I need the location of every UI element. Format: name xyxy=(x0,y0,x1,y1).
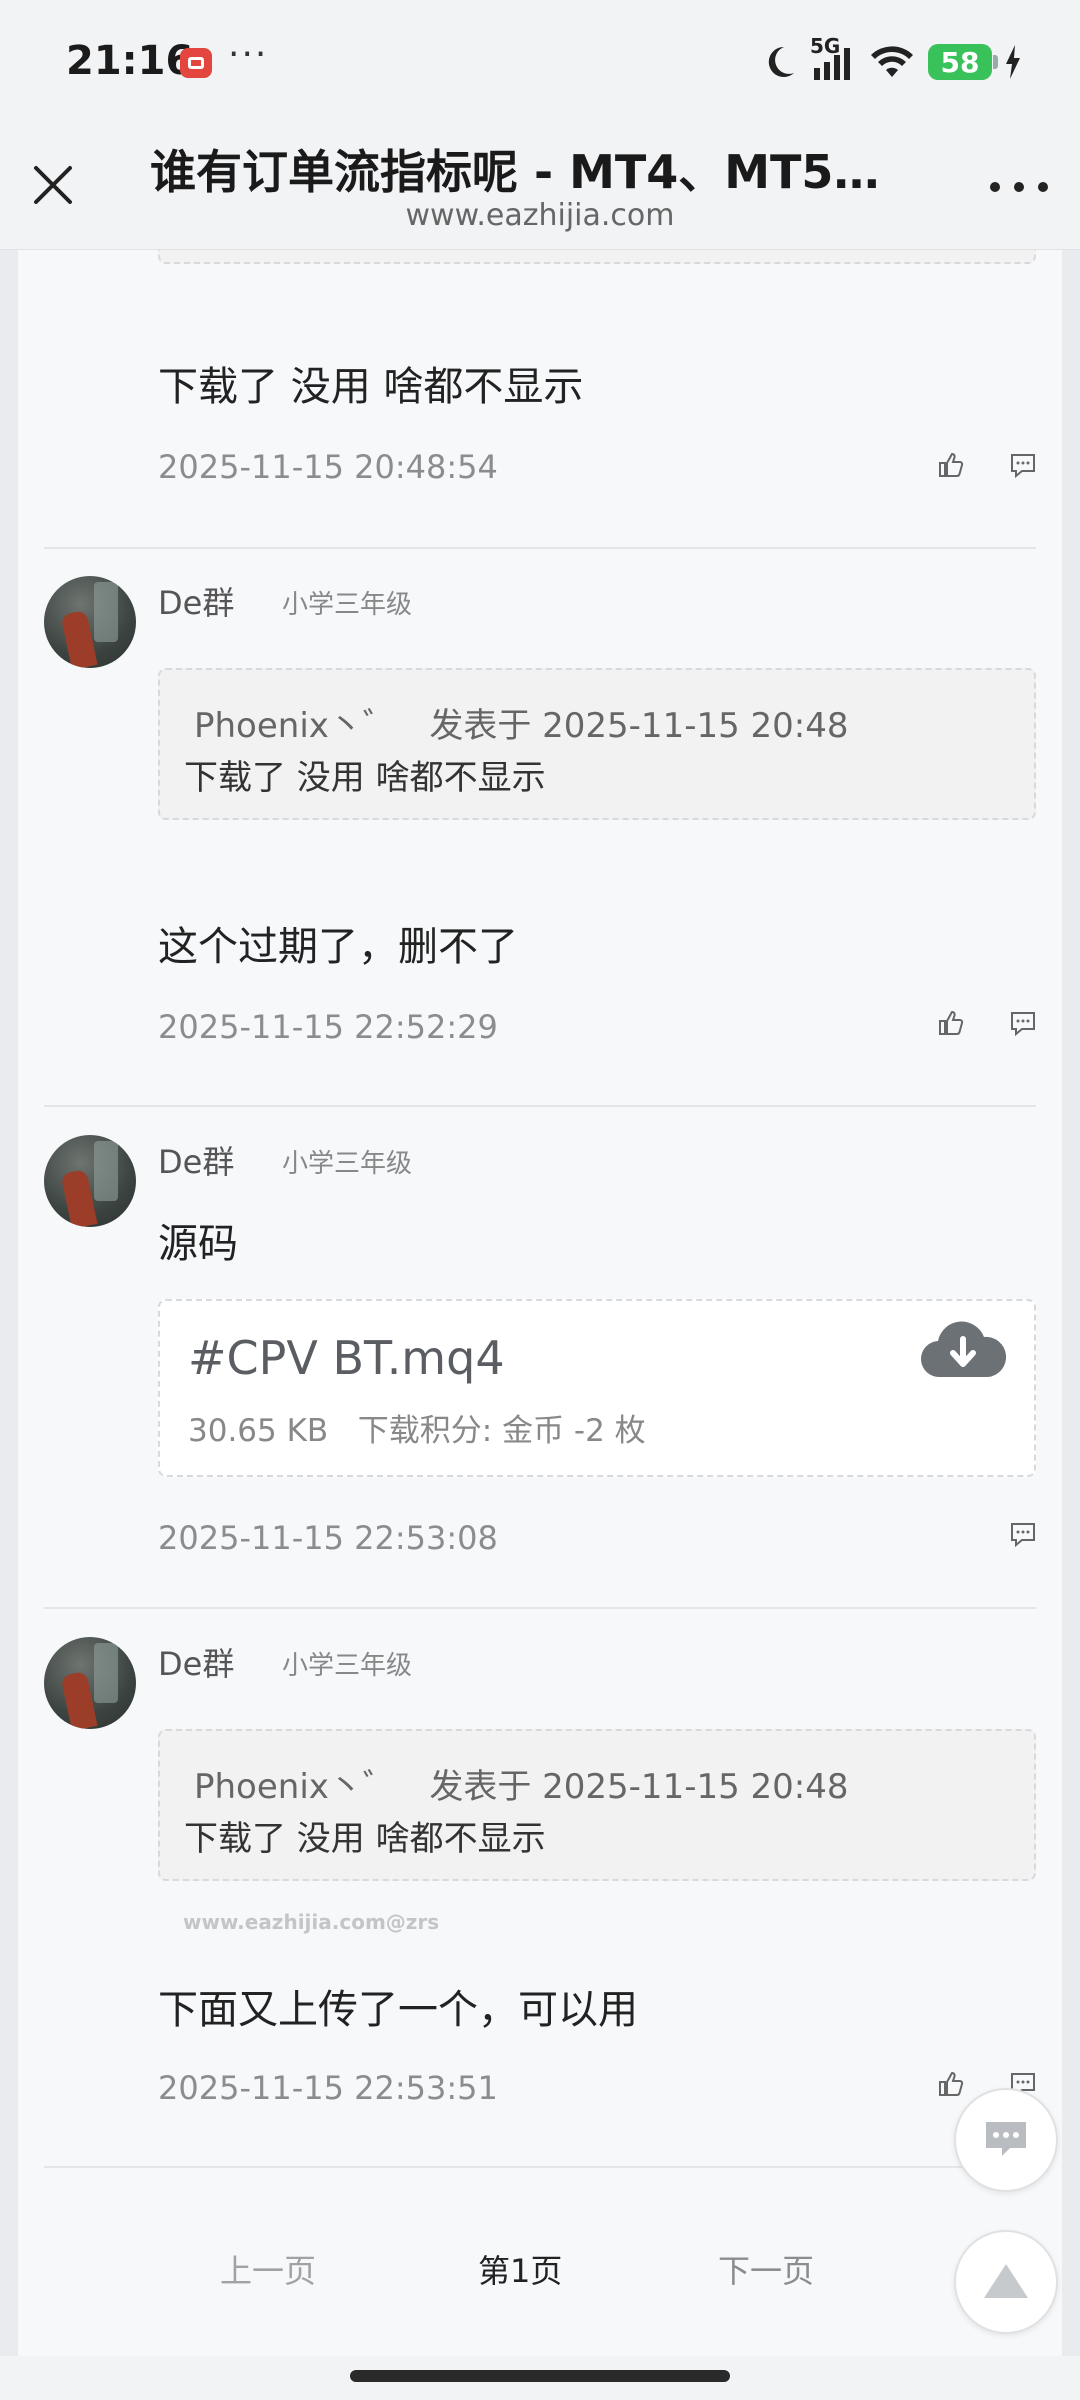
current-page[interactable]: 第1页 xyxy=(478,2246,562,2292)
quote-posted-time: 发表于 2025-11-15 20:48 xyxy=(429,1767,849,1807)
cloud-download-icon[interactable] xyxy=(918,1315,1008,1385)
comment-icon[interactable] xyxy=(1008,1008,1038,1038)
attachment-card[interactable]: #CPV BT.mq4 30.65 KB 下载积分: 金币 -2 枚 xyxy=(158,1299,1036,1477)
quote-text: 下载了 没用 啥都不显示 xyxy=(184,758,546,798)
status-bar: 21:16 ··· 5G 58 xyxy=(0,0,1080,120)
quote-header: Phoenix丶゛ 发表于 2025-11-15 20:48 xyxy=(194,1759,849,1808)
avatar[interactable] xyxy=(44,576,136,668)
more-notifications-icon: ··· xyxy=(228,34,269,75)
quote-author: Phoenix丶゛ xyxy=(194,706,397,746)
page-title: 谁有订单流指标呢 - MT4、MT5外汇指标 - 易赚家 xyxy=(150,145,910,199)
quote-author: Phoenix丶゛ xyxy=(194,1767,397,1807)
post: De群 小学三年级 源码 #CPV BT.mq4 30.65 KB 下载积分: … xyxy=(44,1135,1036,1635)
user-level-badge: 小学三年级 xyxy=(282,1651,413,1681)
home-indicator[interactable] xyxy=(350,2370,730,2382)
comment-icon[interactable] xyxy=(1008,1519,1038,1549)
quote-box: Phoenix丶゛ 发表于 2025-11-15 20:48 下载了 没用 啥都… xyxy=(158,668,1036,820)
post-divider xyxy=(44,2166,1036,2168)
comment-icon[interactable] xyxy=(1008,450,1038,480)
post: 下载了 没用 啥都不显示 2025-11-15 20:48:54 xyxy=(44,250,1036,550)
attachment-meta: 30.65 KB 下载积分: 金币 -2 枚 xyxy=(188,1405,646,1450)
close-icon[interactable] xyxy=(28,160,78,210)
post-time: 2025-11-15 20:48:54 xyxy=(158,448,498,486)
post-divider xyxy=(44,547,1036,549)
status-icons: 5G 58 xyxy=(760,34,1022,84)
quote-posted-time: 发表于 2025-11-15 20:48 xyxy=(429,706,849,746)
post-text: 下载了 没用 啥都不显示 xyxy=(158,364,584,410)
attachment-name[interactable]: #CPV BT.mq4 xyxy=(188,1331,505,1385)
chat-icon xyxy=(986,2122,1026,2156)
attachment-size: 30.65 KB xyxy=(188,1413,329,1449)
thumb-up-icon[interactable] xyxy=(936,1008,966,1038)
post-text: 这个过期了，删不了 xyxy=(158,924,518,970)
thumb-up-icon[interactable] xyxy=(936,450,966,480)
moon-icon xyxy=(768,46,794,77)
thread-content: 下载了 没用 啥都不显示 2025-11-15 20:48:54 De群 小学三… xyxy=(18,250,1062,2356)
more-icon[interactable] xyxy=(990,178,1050,198)
post-time: 2025-11-15 22:52:29 xyxy=(158,1008,498,1046)
post: De群 小学三年级 Phoenix丶゛ 发表于 2025-11-15 20:48… xyxy=(44,576,1036,1096)
prev-page-button[interactable]: 上一页 xyxy=(220,2246,316,2292)
user-level-badge: 小学三年级 xyxy=(282,1149,413,1179)
avatar[interactable] xyxy=(44,1637,136,1729)
system-nav-bar xyxy=(0,2356,1080,2400)
quote-header: Phoenix丶゛ 发表于 2025-11-15 20:48 xyxy=(194,698,849,747)
back-to-top-button[interactable] xyxy=(954,2230,1058,2334)
post-divider xyxy=(44,1607,1036,1609)
post-text: 下面又上传了一个，可以用 xyxy=(158,1987,638,2033)
attachment-cost: 下载积分: 金币 -2 枚 xyxy=(357,1413,646,1449)
quote-box: Phoenix丶゛ 发表于 2025-11-15 20:48 下载了 没用 啥都… xyxy=(158,1729,1036,1881)
post-time: 2025-11-15 22:53:51 xyxy=(158,2069,498,2107)
pagination: 上一页 第1页 下一页 xyxy=(18,2240,1062,2300)
username[interactable]: De群 xyxy=(158,578,234,624)
post-text: 源码 xyxy=(158,1221,238,1267)
page-url: www.eazhijia.com xyxy=(405,198,675,233)
reply-fab[interactable] xyxy=(954,2088,1058,2192)
charging-icon xyxy=(1006,45,1020,79)
user-level-badge: 小学三年级 xyxy=(282,590,413,620)
quote-text: 下载了 没用 啥都不显示 xyxy=(184,1819,546,1859)
image-watermark: www.eazhijia.com@zrs xyxy=(183,1910,440,1934)
username[interactable]: De群 xyxy=(158,1639,234,1685)
username[interactable]: De群 xyxy=(158,1137,234,1183)
signal-icon: 5G xyxy=(810,34,856,82)
wifi-icon xyxy=(871,46,913,77)
battery-indicator: 58 xyxy=(928,44,998,80)
avatar[interactable] xyxy=(44,1135,136,1227)
back-to-top-icon xyxy=(984,2264,1028,2298)
post-time: 2025-11-15 22:53:08 xyxy=(158,1519,498,1557)
browser-header: 谁有订单流指标呢 - MT4、MT5外汇指标 - 易赚家 www.eazhiji… xyxy=(0,120,1080,250)
next-page-button[interactable]: 下一页 xyxy=(718,2246,814,2292)
app-notification-icon xyxy=(180,48,212,78)
status-time: 21:16 xyxy=(66,38,194,84)
post-divider xyxy=(44,1105,1036,1107)
